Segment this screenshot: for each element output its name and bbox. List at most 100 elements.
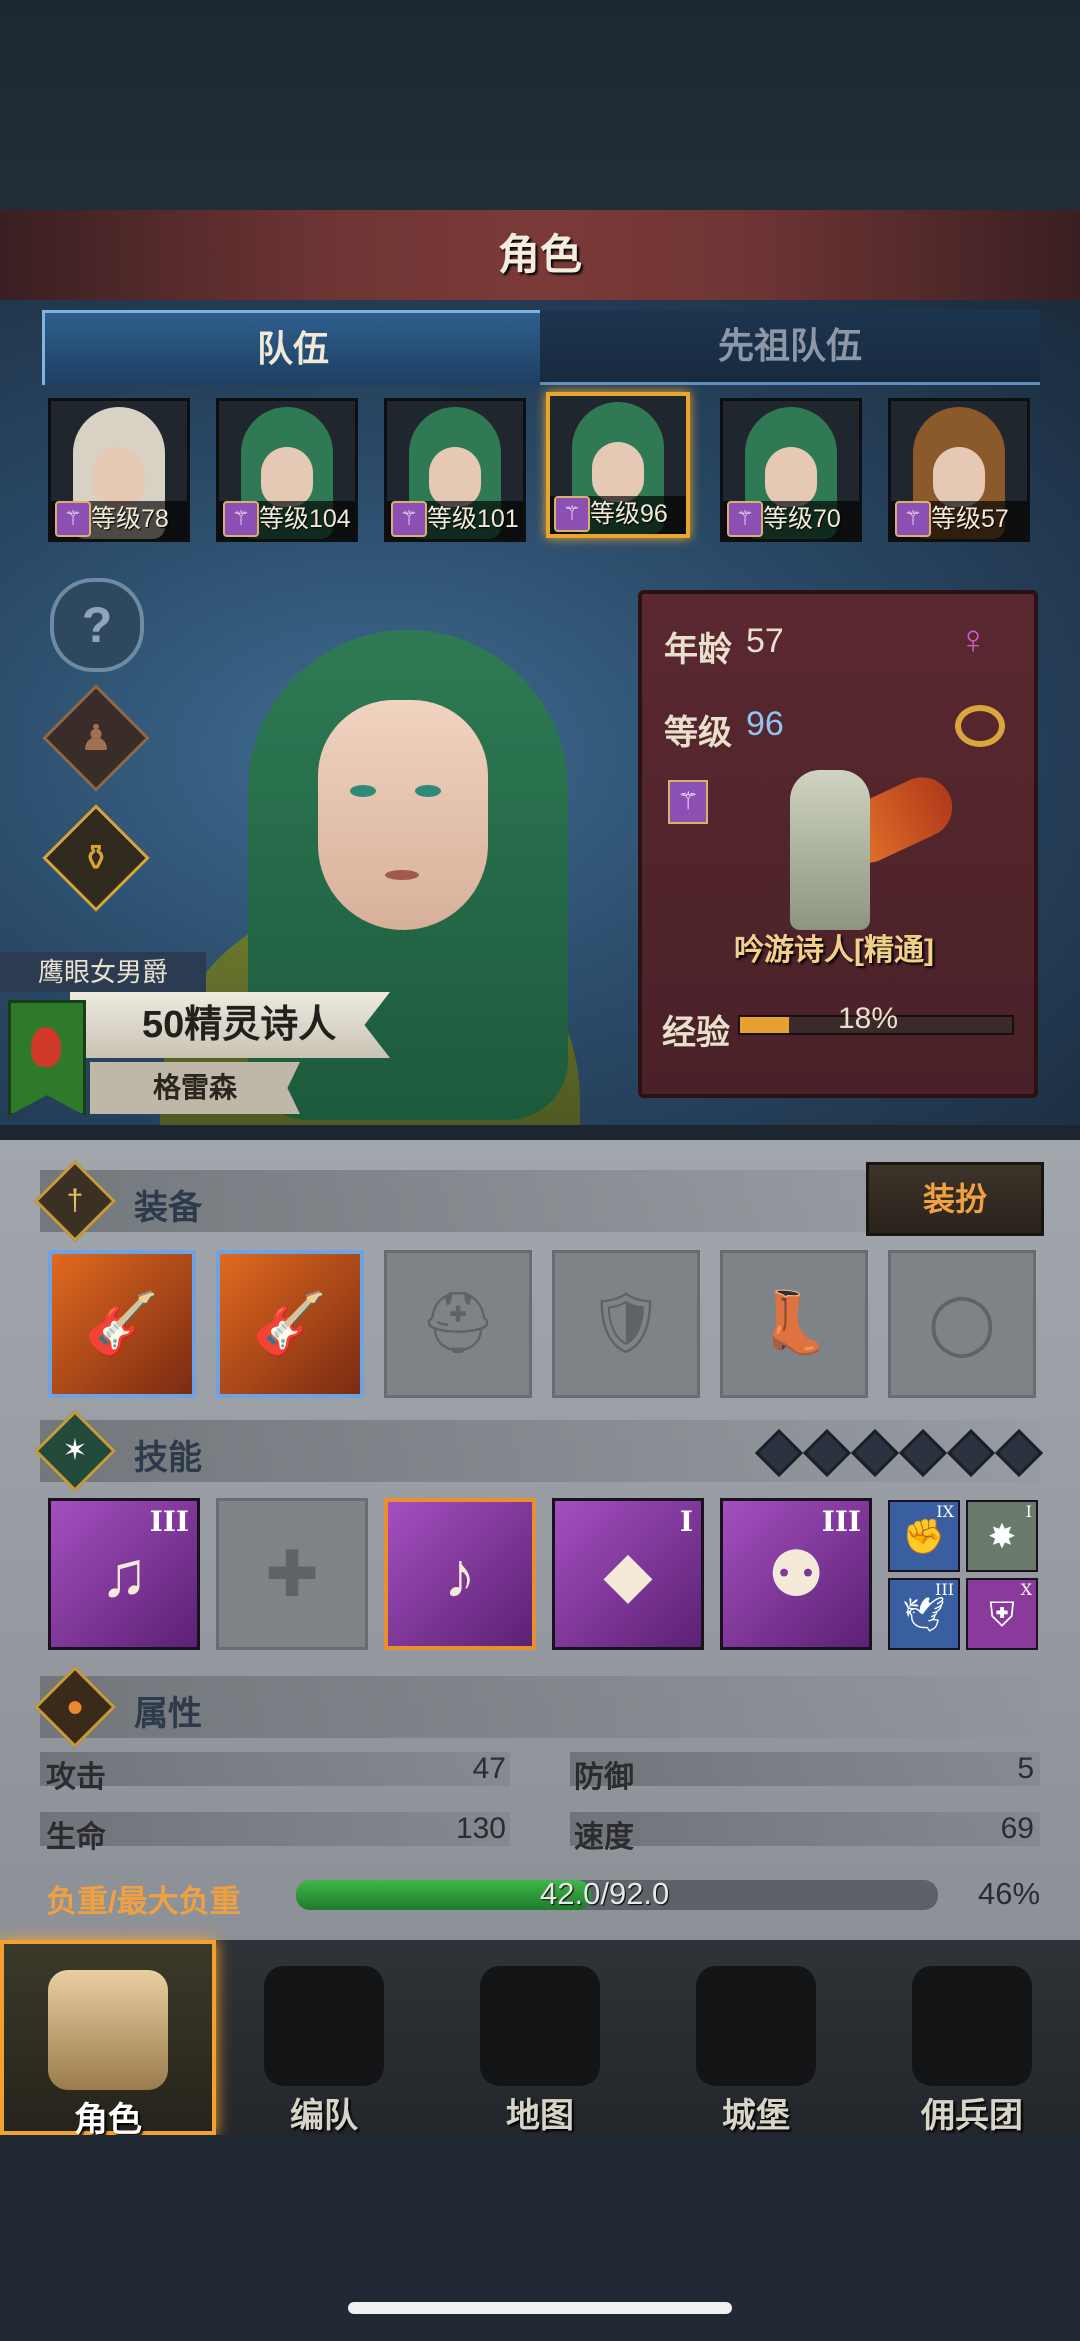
skill-rank: III	[935, 1580, 954, 1599]
crystal-hand-skill[interactable]: ◆ I	[552, 1498, 704, 1650]
ring-slot[interactable]: ◯	[888, 1250, 1036, 1398]
nav-icon	[480, 1966, 600, 2086]
skill-rank: III	[821, 1505, 861, 1538]
tab-party[interactable]: 队伍	[42, 310, 544, 385]
guitar-weapon-icon: 🎸	[84, 1290, 160, 1357]
class-staff-icon: ⚚	[895, 501, 931, 537]
nav-icon	[48, 1970, 168, 2090]
sword-icon: †	[66, 1184, 84, 1217]
potion-bag-icon: ⚱	[80, 837, 112, 878]
nav-icon	[264, 1966, 384, 2086]
member-level: 等级57	[931, 505, 1009, 533]
nav-item-1[interactable]: 角色	[0, 1940, 216, 2139]
empty-skill-slot[interactable]: ✚	[216, 1498, 368, 1650]
member-level: 等级70	[763, 505, 841, 533]
nav-label: 编队	[290, 2097, 358, 2135]
party-member-6[interactable]: ⚚ 等级57	[888, 398, 1030, 542]
class-staff-icon: ⚚	[668, 780, 708, 824]
helmet-icon: ⛑	[419, 1289, 497, 1356]
member-level-bar: ⚚ 等级104	[219, 501, 355, 539]
portrait-eye	[350, 785, 376, 797]
home-indicator[interactable]	[348, 2302, 732, 2314]
dress-button[interactable]: 装扮	[866, 1162, 1044, 1236]
group-crystal-skill[interactable]: ⚉ III	[720, 1498, 872, 1650]
boots-icon: 👢	[756, 1289, 832, 1356]
music-note-skill[interactable]: ♫ III	[48, 1498, 200, 1650]
skill-rank: IX	[936, 1502, 954, 1521]
armor-icon: 🛡	[587, 1289, 665, 1356]
skill-rank: X	[1020, 1580, 1032, 1599]
female-icon: ♀	[958, 618, 988, 662]
party-member-3[interactable]: ⚚ 等级101	[384, 398, 526, 542]
helmet-slot[interactable]: ⛑	[384, 1250, 532, 1398]
character-figure-icon: ♟	[79, 717, 113, 758]
skill-rank: III	[149, 1505, 189, 1538]
member-level-bar: ⚚ 等级101	[387, 501, 523, 539]
attributes-title: 属性	[134, 1695, 202, 1733]
age-label: 年龄	[664, 631, 732, 669]
person-icon: ●	[65, 1690, 85, 1723]
nav-icon	[912, 1966, 1032, 2086]
help-button[interactable]: ?	[50, 578, 144, 672]
nav-item-3[interactable]: 地图	[432, 1940, 648, 2135]
member-level-bar: ⚚ 等级96	[550, 496, 686, 534]
tab-ancestor-party[interactable]: 先祖队伍	[540, 310, 1040, 385]
party-member-1[interactable]: ⚚ 等级78	[48, 398, 190, 542]
class-staff-icon: ⚚	[391, 501, 427, 537]
attack-value: 47	[472, 1752, 506, 1785]
help-icon: ?	[81, 597, 113, 653]
crystal-note-skill[interactable]: ♪	[384, 1498, 536, 1650]
top-background	[0, 0, 1080, 210]
class-staff-icon: ⚚	[727, 501, 763, 537]
member-level: 等级104	[259, 505, 351, 533]
portrait-eye	[415, 785, 441, 797]
crystal-note-skill-icon: ♪	[444, 1539, 476, 1611]
member-level-bar: ⚚ 等级78	[51, 501, 187, 539]
age-value: 57	[746, 622, 784, 660]
class-staff-icon: ⚚	[554, 496, 590, 532]
load-label: 负重/最大负重	[46, 1884, 241, 1919]
party-member-5[interactable]: ⚚ 等级70	[720, 398, 862, 542]
ring-icon[interactable]	[955, 705, 1005, 747]
member-level: 等级101	[427, 505, 519, 533]
character-name[interactable]: 50精灵诗人	[70, 992, 390, 1058]
explosion-skill[interactable]: ✸ I	[966, 1500, 1038, 1572]
bird-skill[interactable]: 🕊 III	[888, 1578, 960, 1650]
guitar-weapon-slot[interactable]: 🎸	[48, 1250, 196, 1398]
fist-burst-skill[interactable]: ✊ IX	[888, 1500, 960, 1572]
health-value: 130	[455, 1812, 506, 1845]
exp-label: 经验	[662, 1014, 730, 1052]
nav-label: 城堡	[722, 2097, 790, 2135]
party-member-2[interactable]: ⚚ 等级104	[216, 398, 358, 542]
armor-slot[interactable]: 🛡	[552, 1250, 700, 1398]
character-house: 格雷森	[90, 1062, 300, 1114]
class-staff-icon: ⚚	[223, 501, 259, 537]
guitar-offhand-slot[interactable]: 🎸	[216, 1250, 364, 1398]
boots-slot[interactable]: 👢	[720, 1250, 868, 1398]
nav-icon	[696, 1966, 816, 2086]
nav-item-2[interactable]: 编队	[216, 1940, 432, 2135]
class-name: 吟游诗人[精通]	[734, 934, 934, 967]
portrait-mouth	[385, 870, 419, 880]
speed-label: 速度	[574, 1821, 634, 1854]
member-level-bar: ⚚ 等级57	[891, 501, 1027, 539]
nav-item-4[interactable]: 城堡	[648, 1940, 864, 2135]
load-percent: 46%	[978, 1876, 1041, 1911]
member-level-bar: ⚚ 等级70	[723, 501, 859, 539]
member-level: 等级96	[590, 500, 668, 528]
skill-rank: I	[679, 1505, 693, 1538]
skill-rank: I	[1025, 1502, 1032, 1521]
equipment-title: 装备	[134, 1189, 202, 1227]
page-title: 角色	[497, 231, 582, 278]
nav-label: 角色	[74, 2101, 142, 2139]
title-banner: 角色	[0, 210, 1080, 303]
party-member-4[interactable]: ⚚ 等级96	[546, 392, 690, 538]
exp-bar-fill	[740, 1017, 789, 1033]
nav-label: 佣兵团	[921, 2097, 1023, 2135]
class-staff-icon: ⚚	[55, 501, 91, 537]
character-title: 鹰眼女男爵	[0, 952, 206, 992]
nav-item-5[interactable]: 佣兵团	[864, 1940, 1080, 2135]
defense-label: 防御	[574, 1761, 634, 1794]
shield-skill[interactable]: ⛨ X	[966, 1578, 1038, 1650]
skill-star-icon: ✶	[62, 1434, 88, 1467]
